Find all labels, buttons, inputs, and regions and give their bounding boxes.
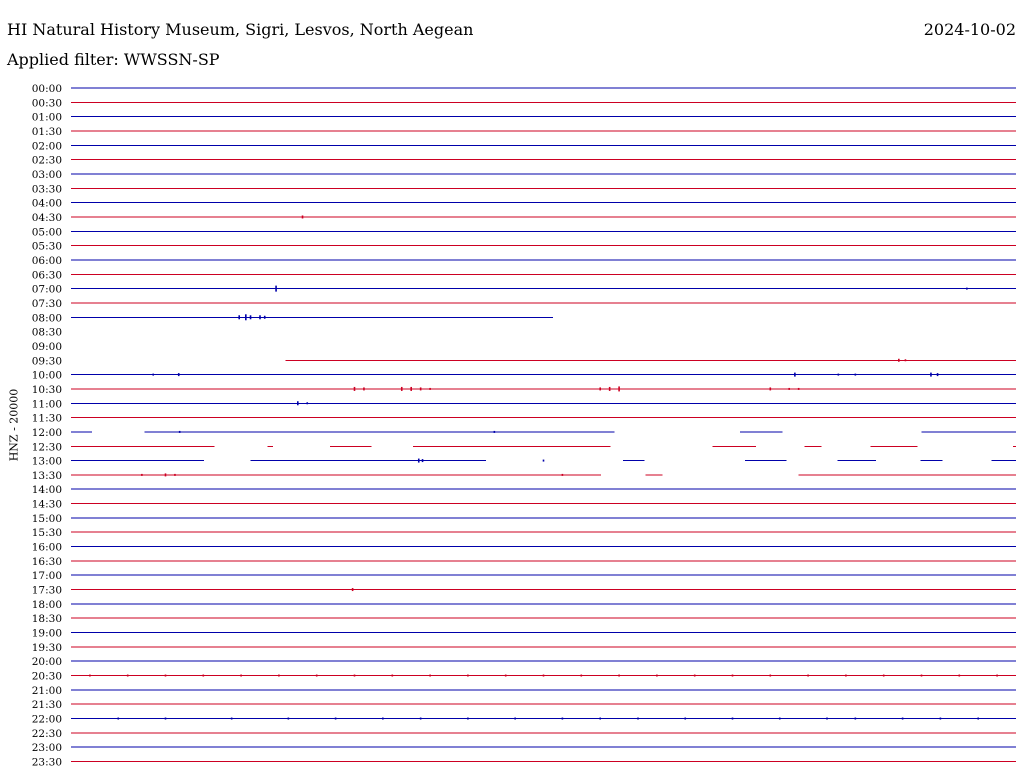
helicorder-plot: 00:00 00:30 01:00 01:30 02:00 02:30 03:00 03:30…	[32, 83, 1016, 769]
row-time-label: 21:30	[32, 699, 62, 711]
row-time-label: 07:00	[32, 284, 62, 296]
row-time-label: 05:30	[32, 241, 62, 253]
row-time-label: 13:00	[32, 456, 62, 468]
row-time-label: 08:00	[32, 312, 62, 324]
row-time-label: 08:30	[32, 327, 62, 339]
row-time-label: 10:00	[32, 370, 62, 382]
row-time-label: 20:30	[32, 671, 62, 683]
row-time-label: 15:30	[32, 527, 62, 539]
row-time-label: 00:00	[32, 83, 62, 95]
row-time-label: 16:30	[32, 556, 62, 568]
row-time-label: 16:00	[32, 542, 62, 554]
row-time-label: 03:30	[32, 183, 62, 195]
row-time-label: 09:30	[32, 355, 62, 367]
row-time-label: 01:30	[32, 126, 62, 138]
row-time-label: 22:00	[32, 714, 62, 726]
row-time-label: 20:00	[32, 656, 62, 668]
row-time-label: 05:00	[32, 226, 62, 238]
row-time-label: 11:30	[32, 413, 62, 425]
row-time-label: 12:30	[32, 441, 62, 453]
row-time-label: 03:00	[32, 169, 62, 181]
row-time-label: 10:30	[32, 384, 62, 396]
row-time-label: 00:30	[32, 97, 62, 109]
row-time-label: 18:00	[32, 599, 62, 611]
row-time-label: 23:30	[32, 757, 62, 769]
row-time-label: 19:30	[32, 642, 62, 654]
row-time-label: 07:30	[32, 298, 62, 310]
row-time-label: 12:00	[32, 427, 62, 439]
row-time-label: 23:00	[32, 742, 62, 754]
row-time-label: 18:30	[32, 613, 62, 625]
row-time-label: 14:00	[32, 484, 62, 496]
row-time-label: 04:30	[32, 212, 62, 224]
row-time-label: 21:00	[32, 685, 62, 697]
row-time-label: 17:30	[32, 585, 62, 597]
row-time-label: 19:00	[32, 628, 62, 640]
row-time-label: 02:00	[32, 140, 62, 152]
row-time-label: 02:30	[32, 155, 62, 167]
row-time-label: 04:00	[32, 198, 62, 210]
row-time-label: 17:00	[32, 570, 62, 582]
row-time-label: 06:00	[32, 255, 62, 267]
row-time-label: 09:00	[32, 341, 62, 353]
row-time-label: 13:30	[32, 470, 62, 482]
row-time-label: 22:30	[32, 728, 62, 740]
row-time-label: 15:00	[32, 513, 62, 525]
row-time-label: 01:00	[32, 112, 62, 124]
row-time-label: 14:30	[32, 499, 62, 511]
row-time-label: 06:30	[32, 269, 62, 281]
row-time-label: 11:00	[32, 398, 62, 410]
